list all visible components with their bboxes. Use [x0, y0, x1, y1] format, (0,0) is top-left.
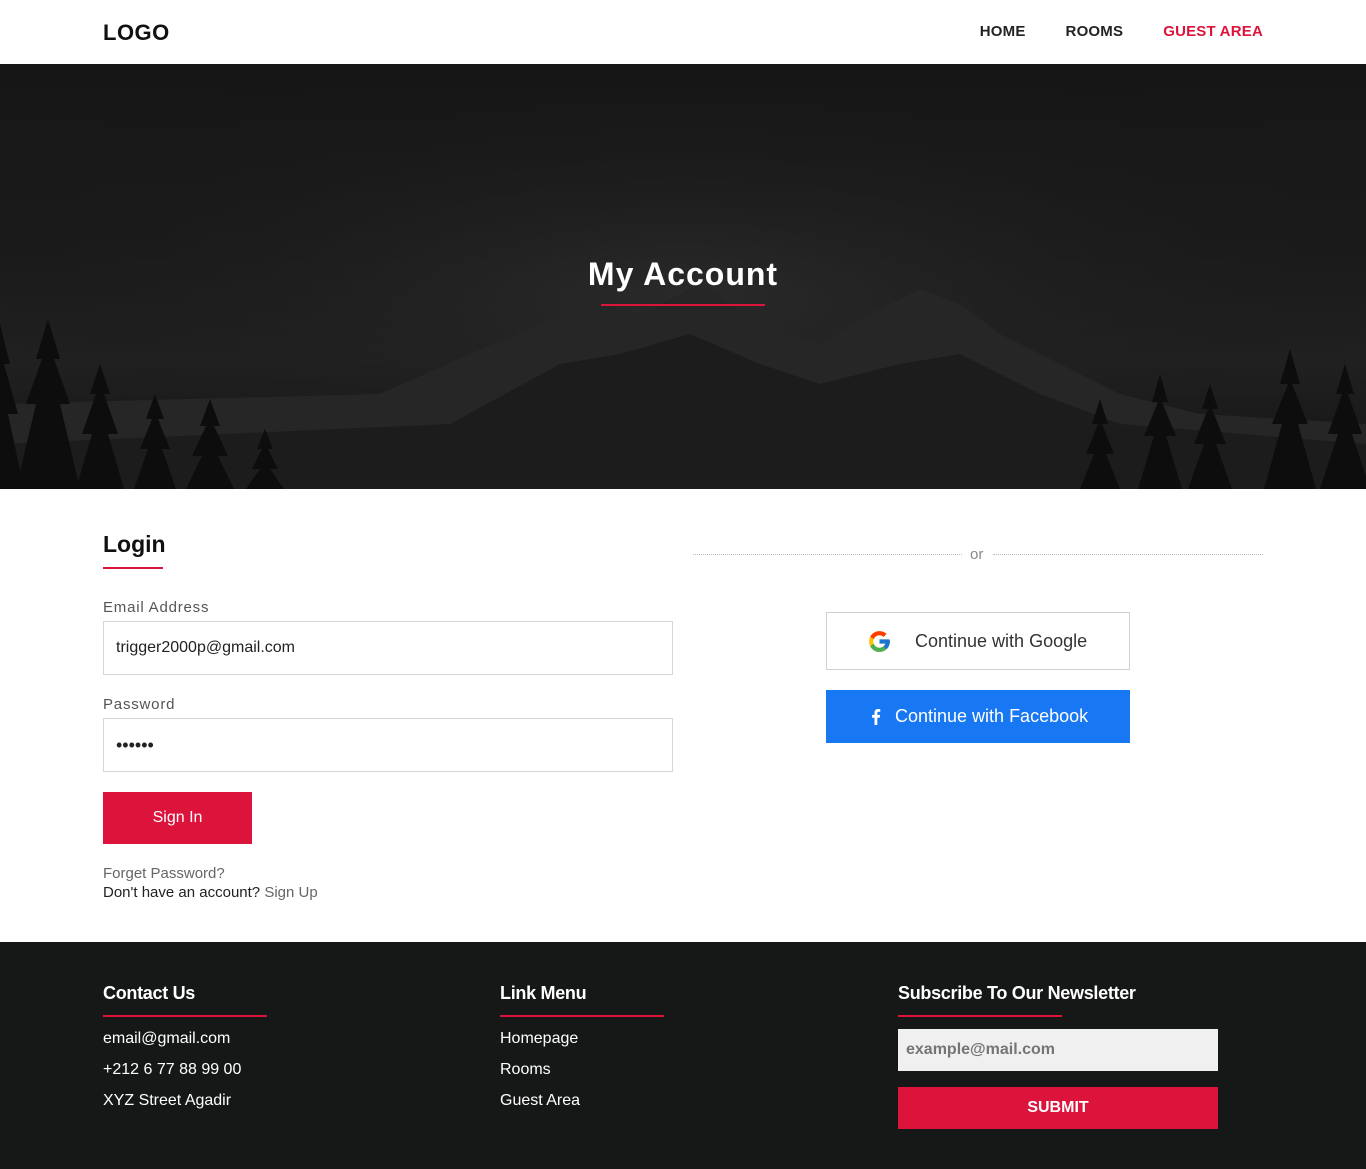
google-button-label: Continue with Google	[915, 631, 1088, 651]
login-heading: Login	[103, 531, 166, 557]
page-title: My Account	[587, 256, 779, 292]
link-menu-heading-underline	[500, 1015, 664, 1017]
password-label: Password	[103, 696, 176, 713]
newsletter-email-input[interactable]	[898, 1029, 1218, 1071]
facebook-button-label: Continue with Facebook	[895, 706, 1089, 726]
footer-link-guest-area[interactable]: Guest Area	[500, 1092, 580, 1110]
continue-with-facebook-button[interactable]: Continue with Facebook	[826, 690, 1130, 743]
footer-link-homepage[interactable]: Homepage	[500, 1030, 578, 1048]
email-label: Email Address	[103, 599, 210, 616]
footer-link-rooms[interactable]: Rooms	[500, 1061, 551, 1079]
contact-phone: +212 6 77 88 99 00	[103, 1061, 242, 1078]
newsletter-submit-button[interactable]: SUBMIT	[898, 1087, 1218, 1129]
hero-banner: My Account	[0, 64, 1366, 489]
contact-heading: Contact Us	[103, 983, 196, 1003]
continue-with-google-button[interactable]: Continue with Google	[826, 612, 1130, 670]
password-field[interactable]	[103, 718, 673, 772]
newsletter-heading-underline	[898, 1015, 1062, 1017]
nav-rooms-link[interactable]: ROOMS	[1066, 23, 1124, 40]
sign-in-button[interactable]: Sign In	[103, 792, 252, 844]
sign-up-link[interactable]: Sign Up	[264, 884, 317, 901]
no-account-label: Don't have an account?	[103, 884, 261, 901]
google-icon	[869, 631, 890, 652]
contact-email: email@gmail.com	[103, 1030, 231, 1047]
forgot-password-link[interactable]: Forget Password?	[103, 865, 225, 882]
main-nav: HOME ROOMS GUEST AREA	[980, 23, 1263, 40]
divider-left	[693, 554, 962, 555]
link-menu-heading: Link Menu	[500, 983, 587, 1003]
email-field[interactable]	[103, 621, 673, 675]
no-account-text: Don't have an account? Sign Up	[103, 884, 318, 901]
site-header: LOGO HOME ROOMS GUEST AREA	[0, 0, 1366, 64]
facebook-icon	[872, 709, 881, 725]
newsletter-heading: Subscribe To Our Newsletter	[898, 983, 1136, 1003]
or-separator: or	[970, 546, 984, 563]
nav-home-link[interactable]: HOME	[980, 23, 1026, 40]
contact-address: XYZ Street Agadir	[103, 1092, 232, 1109]
title-underline	[601, 304, 765, 306]
divider-right	[993, 554, 1263, 555]
site-footer: Contact Us email@gmail.com +212 6 77 88 …	[0, 942, 1366, 1169]
logo[interactable]: LOGO	[103, 20, 170, 46]
login-heading-underline	[103, 567, 163, 569]
contact-heading-underline	[103, 1015, 267, 1017]
nav-guest-area-link[interactable]: GUEST AREA	[1163, 23, 1263, 40]
